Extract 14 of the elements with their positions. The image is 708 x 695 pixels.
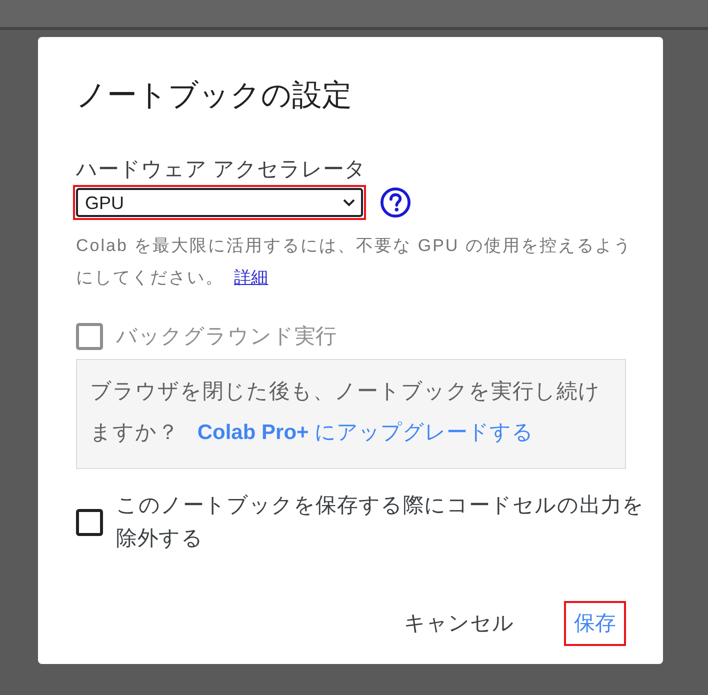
dialog-button[interactable]: キャンセル [397, 604, 521, 643]
dialog-title: ノートブックの設定 [76, 78, 353, 114]
help-text: Colab を最大限に活用するには、不要な GPU の使用を控えるようにしてください。 詳細 [76, 235, 632, 289]
checkbox-label: このノートブックを保存する際にコードセルの出力を除外する [116, 493, 646, 552]
select-value: GPU [85, 192, 124, 214]
checkbox[interactable] [76, 508, 103, 536]
checkbox-label: バックグラウンド実行 [116, 324, 337, 350]
dialog-button[interactable]: 保存 [567, 604, 623, 643]
help-icon[interactable] [380, 187, 411, 218]
accelerator-select[interactable]: GPU [76, 188, 363, 217]
chevron-down-icon [343, 198, 355, 206]
field-label: ハードウェア アクセラレータ [76, 157, 367, 183]
details-link[interactable]: 詳細 [234, 268, 268, 287]
info-text: ブラウザを閉じた後も、ノートブックを実行し続けますか？ Colab Pro+ にアップグレードする [90, 379, 602, 446]
